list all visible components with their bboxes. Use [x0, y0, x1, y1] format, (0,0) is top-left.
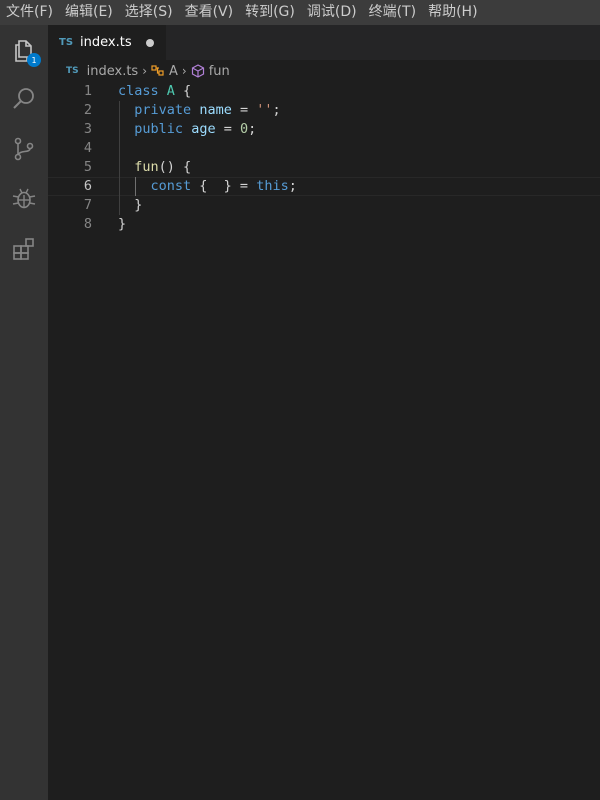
code-token: public	[134, 121, 184, 137]
code-text: private name = '';	[118, 101, 281, 120]
code-token: ;	[288, 178, 297, 194]
menu-go[interactable]: 转到(G)	[239, 0, 301, 25]
code-text: }	[118, 196, 142, 215]
code-token: }	[118, 197, 143, 213]
code-text: class A {	[118, 82, 191, 101]
code-token: name	[199, 102, 232, 118]
unsaved-dot-icon[interactable]	[146, 39, 154, 47]
tab-label: index.ts	[80, 35, 132, 50]
code-token: { } =	[191, 178, 257, 194]
code-token: age	[191, 121, 216, 137]
explorer-button[interactable]: 1	[0, 26, 48, 74]
code-token: {	[174, 83, 192, 99]
indent-guide	[119, 101, 120, 215]
code-text: public age = 0;	[118, 120, 256, 139]
breadcrumb-file[interactable]: index.ts	[87, 64, 139, 79]
code-line[interactable]: 8}	[48, 215, 600, 234]
code-token: fun	[134, 159, 159, 175]
line-number: 6	[83, 178, 92, 194]
code-token: ''	[256, 102, 273, 118]
code-text: }	[118, 215, 126, 234]
tab-bar: TS index.ts	[48, 25, 600, 60]
breadcrumb-method[interactable]: fun	[209, 64, 230, 79]
search-icon	[13, 88, 34, 109]
code-line[interactable]: 1 class A {	[48, 82, 600, 101]
code-token: () {	[158, 159, 192, 175]
line-number: 3	[83, 121, 92, 137]
code-line[interactable]: 2 private name = '';	[48, 101, 600, 120]
code-token: private	[134, 102, 192, 118]
class-icon	[151, 65, 164, 76]
code-editor[interactable]: 1 class A {2 private name = ''; 3 public a…	[48, 82, 600, 800]
menu-view[interactable]: 查看(V)	[179, 0, 240, 25]
code-line[interactable]: 5 fun() {	[48, 158, 600, 177]
code-text: const { } = this;	[118, 178, 297, 195]
explorer-badge: 1	[27, 53, 41, 67]
code-line[interactable]: 4	[48, 139, 600, 158]
menu-edit[interactable]: 编辑(E)	[59, 0, 119, 25]
code-token: class	[118, 83, 159, 99]
extensions-button[interactable]	[0, 225, 48, 273]
menu-debug[interactable]: 调试(D)	[301, 0, 363, 25]
chevron-right-icon: ›	[142, 64, 148, 78]
activity-bar: 1	[0, 25, 48, 800]
code-token: }	[118, 216, 127, 232]
menu-help[interactable]: 帮助(H)	[422, 0, 483, 25]
code-line[interactable]: 3 public age = 0;	[48, 120, 600, 139]
code-token: 0	[239, 121, 249, 137]
search-button[interactable]	[0, 75, 48, 123]
code-token: A	[166, 83, 175, 99]
line-number: 4	[83, 140, 92, 156]
menu-file[interactable]: 文件(F)	[0, 0, 59, 25]
tab-index-ts[interactable]: TS index.ts	[48, 25, 166, 60]
typescript-icon: TS	[59, 37, 74, 48]
source-control-icon	[14, 137, 34, 161]
code-token: =	[231, 102, 257, 118]
code-line[interactable]: 7 }	[48, 196, 600, 215]
source-control-button[interactable]	[0, 125, 48, 173]
extensions-icon	[13, 238, 34, 260]
debug-icon	[12, 188, 36, 209]
code-text: fun() {	[118, 158, 191, 177]
code-token: =	[215, 121, 240, 137]
menu-bar: 文件(F) 编辑(E) 选择(S) 查看(V) 转到(G) 调试(D) 终端(T…	[0, 0, 600, 25]
line-number: 7	[83, 197, 92, 213]
menu-selection[interactable]: 选择(S)	[119, 0, 179, 25]
code-token: this	[256, 178, 289, 194]
breadcrumb-class[interactable]: A	[169, 64, 178, 79]
line-number: 1	[83, 83, 92, 99]
line-number: 2	[83, 102, 92, 118]
typescript-icon: TS	[66, 66, 79, 76]
line-number: 8	[83, 216, 92, 232]
chevron-right-icon: ›	[181, 64, 187, 78]
code-token: ;	[272, 102, 281, 118]
menu-terminal[interactable]: 终端(T)	[363, 0, 422, 25]
code-token: ;	[248, 121, 257, 137]
method-icon	[191, 64, 204, 78]
breadcrumb: TS index.ts › A › fun	[48, 60, 600, 82]
line-number: 5	[83, 159, 92, 175]
indent-guide	[135, 177, 137, 196]
code-line[interactable]: 6 const { } = this;	[48, 177, 600, 196]
code-token: const	[150, 178, 192, 194]
debug-button[interactable]	[0, 175, 48, 223]
